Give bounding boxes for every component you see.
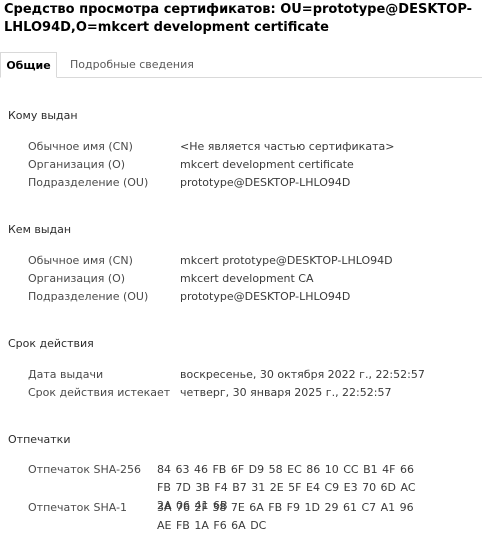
field-label: Организация (O) xyxy=(28,272,126,285)
field-label: Отпечаток SHA-256 xyxy=(28,463,142,476)
field-value: четверг, 30 января 2025 г., 22:52:57 xyxy=(180,386,392,399)
section-validity-heading: Срок действия xyxy=(8,337,94,350)
section-issued-by-heading: Кем выдан xyxy=(8,223,72,236)
field-value: mkcert prototype@DESKTOP-LHLO94D xyxy=(180,254,393,267)
issued-by-cn-row: Обычное имя (CN) mkcert prototype@DESKTO… xyxy=(0,253,482,269)
section-fingerprints-heading: Отпечатки xyxy=(8,433,71,446)
field-label: Срок действия истекает xyxy=(28,386,171,399)
field-label: Дата выдачи xyxy=(28,368,104,381)
issued-by-ou-row: Подразделение (OU) prototype@DESKTOP-LHL… xyxy=(0,289,482,305)
tab-general[interactable]: Общие xyxy=(0,52,57,78)
field-label: Организация (O) xyxy=(28,158,126,171)
section-issued-to-heading: Кому выдан xyxy=(8,109,78,122)
field-label: Подразделение (OU) xyxy=(28,290,149,303)
field-label: Отпечаток SHA-1 xyxy=(28,501,128,514)
field-value: воскресенье, 30 октября 2022 г., 22:52:5… xyxy=(180,368,425,381)
field-label: Подразделение (OU) xyxy=(28,176,149,189)
validity-expires-row: Срок действия истекает четверг, 30 январ… xyxy=(0,385,482,401)
window-title: Средство просмотра сертификатов: OU=prot… xyxy=(4,2,473,35)
validity-issued-row: Дата выдачи воскресенье, 30 октября 2022… xyxy=(0,367,482,383)
fingerprint-sha1-value: 3A 76 2F 38 7E 6A FB F9 1D 29 61 C7 A1 9… xyxy=(157,501,414,532)
tab-bar: Общие Подробные сведения xyxy=(0,52,482,78)
issued-by-o-row: Организация (O) mkcert development CA xyxy=(0,271,482,287)
field-value: prototype@DESKTOP-LHLO94D xyxy=(180,290,351,303)
field-value: prototype@DESKTOP-LHLO94D xyxy=(180,176,351,189)
field-label: Обычное имя (CN) xyxy=(28,254,133,267)
issued-to-o-row: Организация (O) mkcert development certi… xyxy=(0,157,482,173)
issued-to-ou-row: Подразделение (OU) prototype@DESKTOP-LHL… xyxy=(0,175,482,191)
field-value: mkcert development certificate xyxy=(180,158,354,171)
field-label: Обычное имя (CN) xyxy=(28,140,133,153)
field-value: <Не является частью сертификата> xyxy=(180,140,395,153)
field-value: mkcert development CA xyxy=(180,272,314,285)
tab-details[interactable]: Подробные сведения xyxy=(70,52,194,77)
issued-to-cn-row: Обычное имя (CN) <Не является частью сер… xyxy=(0,139,482,155)
